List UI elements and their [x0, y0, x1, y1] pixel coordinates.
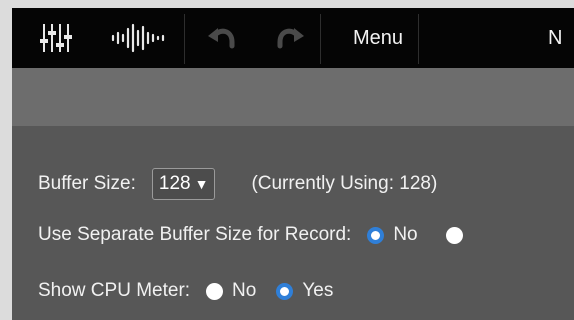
redo-icon — [277, 28, 304, 49]
buffer-size-label: Buffer Size: — [38, 173, 136, 194]
separate-buffer-row: Use Separate Buffer Size for Record: No — [38, 224, 472, 246]
buffer-size-value: 128 — [158, 173, 191, 194]
toolbar: Menu N — [12, 8, 574, 68]
radio-label: No — [393, 224, 418, 245]
waveform-icon — [111, 23, 165, 53]
settings-panel: Buffer Size: 128 ▼ (Currently Using: 128… — [12, 126, 574, 320]
redo-button[interactable] — [266, 8, 314, 68]
toolbar-item-cut[interactable]: N — [548, 8, 574, 68]
cpu-meter-row: Show CPU Meter: No Yes — [38, 280, 333, 302]
menu-button[interactable]: Menu — [330, 8, 426, 68]
cpu-meter-radio-yes[interactable]: Yes — [276, 280, 333, 302]
radio-selected-icon — [367, 226, 385, 244]
separate-buffer-label: Use Separate Buffer Size for Record: — [38, 224, 352, 245]
sub-header-bar — [12, 68, 574, 126]
radio-unselected-icon — [206, 282, 224, 300]
toolbar-cut-label: N — [548, 26, 563, 49]
mixer-icon — [40, 24, 72, 52]
separate-buffer-radio-no[interactable]: No — [367, 224, 418, 246]
radio-label: No — [232, 280, 257, 301]
radio-selected-icon — [276, 282, 294, 300]
menu-label: Menu — [352, 26, 404, 49]
buffer-size-select[interactable]: 128 ▼ — [151, 168, 216, 200]
toolbar-separator — [320, 14, 321, 64]
toolbar-separator — [184, 14, 185, 64]
undo-button[interactable] — [198, 8, 246, 68]
cpu-meter-label: Show CPU Meter: — [38, 280, 191, 301]
app-window: Menu N Buffer Size: 128 ▼ (Currently Usi… — [12, 8, 574, 320]
radio-unselected-icon — [445, 226, 463, 244]
waveform-button[interactable] — [104, 8, 174, 68]
mixer-button[interactable] — [34, 8, 78, 68]
toolbar-separator — [418, 14, 419, 64]
radio-label: Yes — [302, 280, 334, 301]
current-buffer-size: (Currently Using: 128) — [251, 173, 438, 194]
undo-icon — [208, 28, 235, 49]
cpu-meter-radio-no[interactable]: No — [206, 280, 256, 302]
chevron-down-icon: ▼ — [194, 176, 209, 192]
separate-buffer-radio-yes[interactable] — [445, 226, 472, 244]
buffer-size-row: Buffer Size: 128 ▼ (Currently Using: 128… — [38, 168, 437, 200]
